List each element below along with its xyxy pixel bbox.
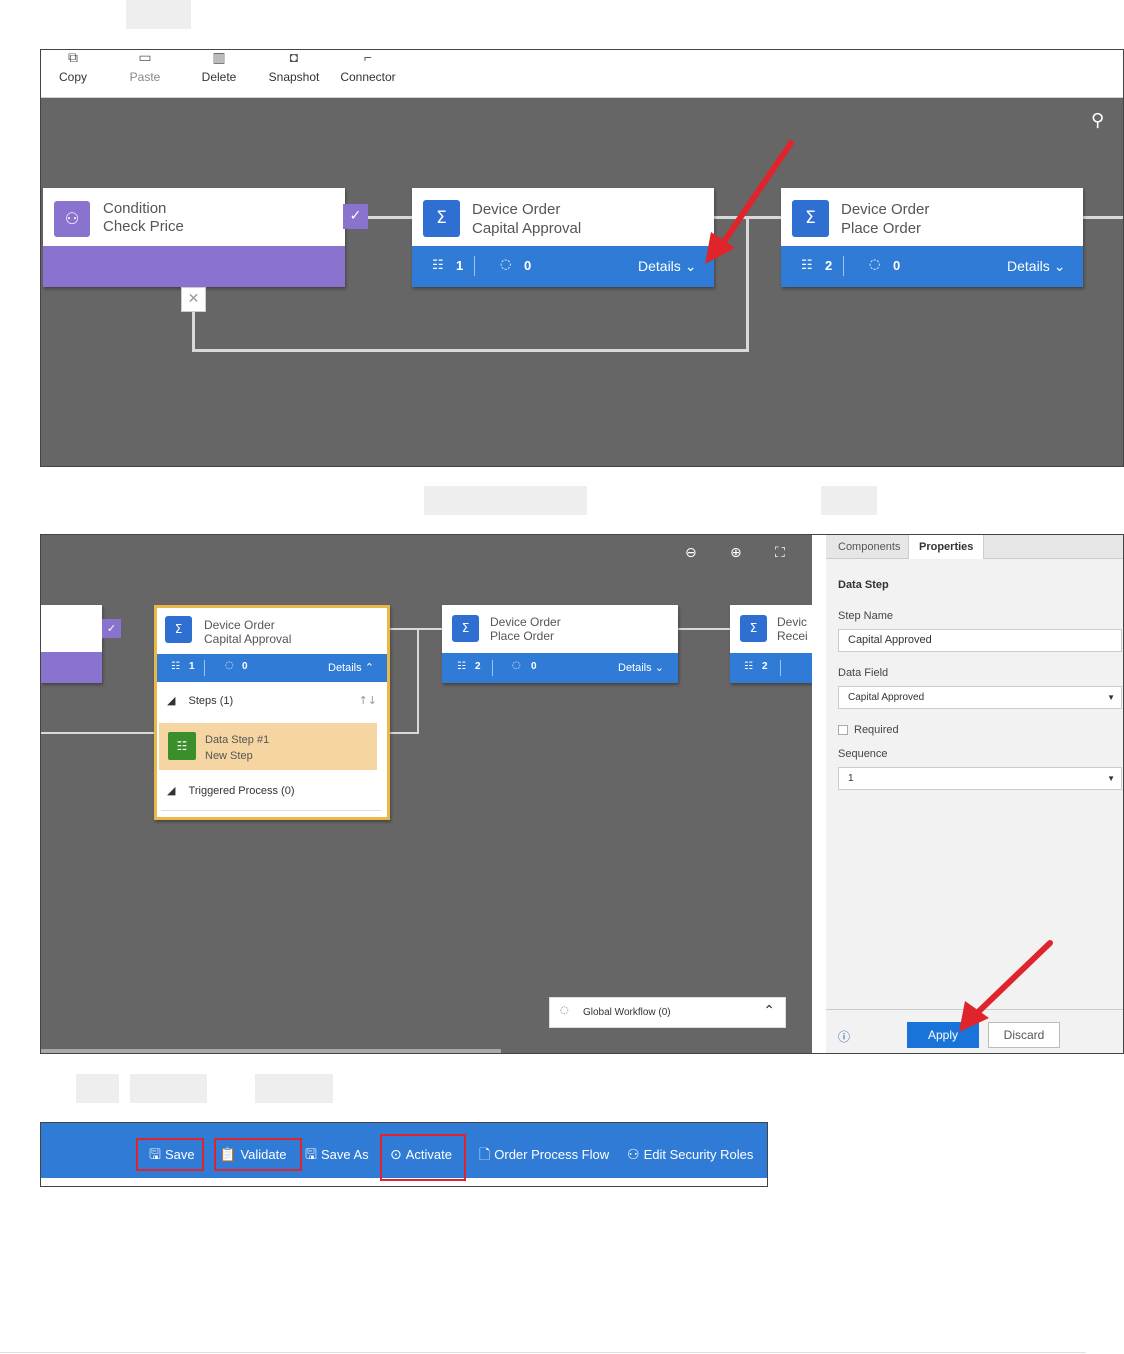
annotation-arrow xyxy=(705,140,794,264)
highlight-activate xyxy=(380,1134,466,1181)
command-toolbar: 🖫 Save 📋 Validate 🖫 Save As ⊙ Activate 🗋 Orde… xyxy=(40,1122,768,1187)
redacted-block xyxy=(130,1074,207,1103)
redacted-block xyxy=(76,1074,119,1103)
highlight-validate xyxy=(214,1138,302,1171)
page-divider xyxy=(0,1352,1086,1353)
document-icon: 🗋 xyxy=(479,1147,491,1163)
save-as-icon: 🖫 xyxy=(305,1147,317,1163)
annotation-arrow xyxy=(959,940,1053,1032)
highlight-save xyxy=(136,1138,204,1171)
redacted-block xyxy=(126,0,191,29)
save-as-button[interactable]: 🖫 Save As xyxy=(305,1143,369,1167)
edit-security-roles-button[interactable]: ⚇ Edit Security Roles xyxy=(627,1143,753,1167)
process-designer-canvas-1: ⧉ Copy ▭ Paste ▥ Delete ◘ Snapshot ⌐ Con… xyxy=(40,49,1124,467)
redacted-block xyxy=(255,1074,333,1103)
order-process-flow-button[interactable]: 🗋 Order Process Flow xyxy=(479,1143,609,1167)
process-designer-canvas-2: ⊖ ⊕ ⛶ ✓ Σ Device Order Capital Approval … xyxy=(40,534,1124,1054)
redacted-block xyxy=(821,486,877,515)
redacted-block xyxy=(424,486,587,515)
security-roles-icon: ⚇ xyxy=(627,1147,640,1163)
